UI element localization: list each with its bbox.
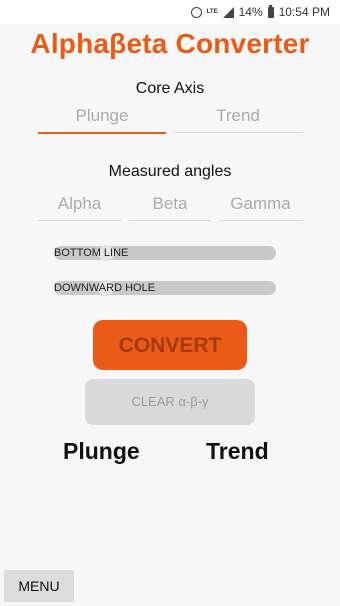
lte-icon: LTE <box>206 9 218 15</box>
downward-hole-label: DOWNWARD HOLE <box>54 282 156 294</box>
battery-icon <box>267 4 274 18</box>
status-time: 10:54 PM <box>278 5 330 19</box>
bottom-line-switch[interactable]: BOTTOM LINE <box>54 245 276 261</box>
menu-button[interactable]: MENU <box>4 570 74 602</box>
plunge-input[interactable]: Plunge <box>38 104 166 134</box>
gamma-input[interactable]: Gamma <box>219 192 302 221</box>
trend-input[interactable]: Trend <box>174 104 302 133</box>
status-icons: LTE 14% 10:54 PM <box>190 4 330 19</box>
downward-hole-switch[interactable]: DOWNWARD HOLE <box>54 280 276 296</box>
signal-icon <box>222 6 234 18</box>
convert-button[interactable]: CONVERT <box>93 320 247 370</box>
measured-angles-label: Measured angles <box>108 163 232 180</box>
alpha-input[interactable]: Alpha <box>38 192 121 221</box>
clear-button[interactable]: CLEAR α-β-γ <box>85 379 255 425</box>
battery-percent: 14% <box>238 5 263 19</box>
result-trend-label: Trend <box>206 438 269 464</box>
alarm-icon <box>190 6 202 18</box>
status-bar: LTE 14% 10:54 PM <box>0 0 340 24</box>
core-axis-label: Core Axis <box>135 80 205 97</box>
beta-input[interactable]: Beta <box>129 192 211 221</box>
result-plunge-label: Plunge <box>63 438 140 464</box>
app-title: Alphaβeta Converter <box>30 28 310 59</box>
bottom-line-label: BOTTOM LINE <box>54 247 129 259</box>
